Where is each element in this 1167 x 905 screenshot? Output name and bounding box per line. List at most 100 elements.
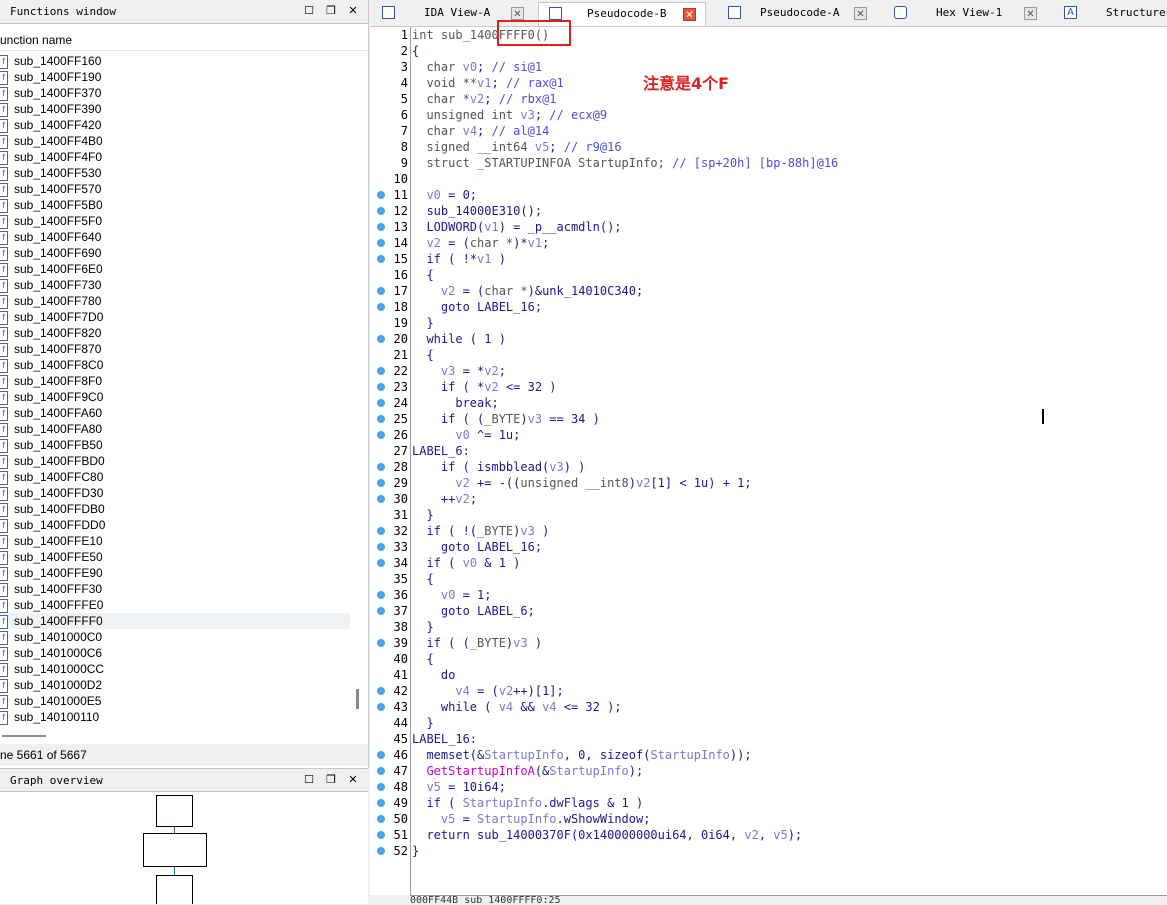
code-line[interactable]: if ( ismbblead(v3) ) xyxy=(412,459,586,475)
function-list-item[interactable]: f sub_1400FF690 xyxy=(0,245,350,261)
minimize-icon[interactable]: ☐ xyxy=(302,773,316,787)
code-line[interactable]: } xyxy=(412,843,419,859)
code-line[interactable]: while ( 1 ) xyxy=(412,331,505,347)
close-icon[interactable]: ✕ xyxy=(346,773,360,787)
code-line[interactable]: { xyxy=(412,571,433,587)
function-list-item[interactable]: f sub_1400FFFF0 xyxy=(0,613,350,629)
function-list-item[interactable]: f sub_1400FFFE0 xyxy=(0,597,350,613)
graph-overview-canvas[interactable] xyxy=(0,792,368,904)
tab-structures[interactable]: A Structures xyxy=(1052,2,1167,26)
code-line[interactable]: if ( !(_BYTE)v3 ) xyxy=(412,523,549,539)
code-line[interactable]: goto LABEL_16; xyxy=(412,539,542,555)
code-line[interactable]: do xyxy=(412,667,455,683)
code-line[interactable]: v2 = (char *)&unk_14010C340; xyxy=(412,283,643,299)
function-list-item[interactable]: f sub_1400FF390 xyxy=(0,101,350,117)
function-list-item[interactable]: f sub_1400FFBD0 xyxy=(0,453,350,469)
code-line[interactable]: GetStartupInfoA(&StartupInfo); xyxy=(412,763,643,779)
code-line[interactable]: goto LABEL_16; xyxy=(412,299,542,315)
code-line[interactable]: v2 += -((unsigned __int8)v2[1] < 1u) + 1… xyxy=(412,475,751,491)
close-icon[interactable]: ✕ xyxy=(511,7,524,20)
code-line[interactable]: if ( v0 & 1 ) xyxy=(412,555,520,571)
function-list-item[interactable]: f sub_1400FF4F0 xyxy=(0,149,350,165)
close-icon[interactable]: ✕ xyxy=(854,7,867,20)
code-line[interactable]: { xyxy=(412,347,433,363)
code-line[interactable]: v4 = (v2++)[1]; xyxy=(412,683,563,699)
code-line[interactable]: { xyxy=(412,267,433,283)
tab-pseudocode-a[interactable]: Pseudocode-A ✕ xyxy=(716,2,876,26)
code-line[interactable]: v5 = 10i64; xyxy=(412,779,505,795)
scrollbar-thumb[interactable] xyxy=(356,689,359,709)
code-line[interactable]: if ( *v2 <= 32 ) xyxy=(412,379,557,395)
function-list-item[interactable]: f sub_1401000CC xyxy=(0,661,350,677)
code-line[interactable]: v0 = 1; xyxy=(412,587,492,603)
pseudocode-view[interactable]: 1 2 3 4 5 6 7 8 9 10 11 12 13 14 15 16 17 18 19 20 21 22 23 24 2… xyxy=(370,27,1167,895)
code-line[interactable]: char *v2; // rbx@1 xyxy=(412,91,556,107)
function-list-item[interactable]: f sub_1401000C0 xyxy=(0,629,350,645)
code-line[interactable]: if ( (_BYTE)v3 ) xyxy=(412,635,542,651)
function-list-item[interactable]: f sub_1400FF190 xyxy=(0,69,350,85)
close-icon[interactable]: ✕ xyxy=(346,4,360,18)
function-list-item[interactable]: f sub_1400FFE50 xyxy=(0,549,350,565)
functions-horizontal-scrollbar[interactable] xyxy=(0,730,368,744)
code-line[interactable]: signed __int64 v5; // r9@16 xyxy=(412,139,621,155)
function-list-item[interactable]: f sub_1400FFA80 xyxy=(0,421,350,437)
graph-node[interactable] xyxy=(156,795,193,827)
code-line[interactable]: } xyxy=(412,507,433,523)
code-line[interactable]: sub_14000E310(); xyxy=(412,203,542,219)
code-line[interactable]: LODWORD(v1) = _p__acmdln(); xyxy=(412,219,621,235)
function-list-item[interactable]: f sub_1400FF530 xyxy=(0,165,350,181)
code-line[interactable]: v3 = *v2; xyxy=(412,363,506,379)
code-line[interactable]: LABEL_6: xyxy=(412,443,470,459)
code-line[interactable]: if ( StartupInfo.dwFlags & 1 ) xyxy=(412,795,643,811)
function-list-item[interactable]: f sub_1400FF730 xyxy=(0,277,350,293)
function-list-item[interactable]: f sub_1400FFE10 xyxy=(0,533,350,549)
code-line[interactable]: { xyxy=(412,651,433,667)
code-line[interactable]: memset(&StartupInfo, 0, sizeof(StartupIn… xyxy=(412,747,751,763)
function-list-item[interactable]: f sub_1400FFDB0 xyxy=(0,501,350,517)
code-line[interactable]: goto LABEL_6; xyxy=(412,603,535,619)
function-list-item[interactable]: f sub_1400FF780 xyxy=(0,293,350,309)
graph-node[interactable] xyxy=(143,833,207,867)
function-list-item[interactable]: f sub_1400FF370 xyxy=(0,85,350,101)
function-list-item[interactable]: f sub_1400FFF30 xyxy=(0,581,350,597)
code-line[interactable]: void **v1; // rax@1 xyxy=(412,75,563,91)
function-name-column-header[interactable]: unction name xyxy=(0,30,368,51)
function-list-item[interactable]: f sub_1400FF870 xyxy=(0,341,350,357)
function-list-item[interactable]: f sub_1400FF8F0 xyxy=(0,373,350,389)
code-line[interactable]: return sub_14000370F(0x140000000ui64, 0i… xyxy=(412,827,802,843)
function-list-item[interactable]: f sub_1400FF7D0 xyxy=(0,309,350,325)
function-list-item[interactable]: f sub_1400FF4B0 xyxy=(0,133,350,149)
function-list-item[interactable]: f sub_1401000C6 xyxy=(0,645,350,661)
function-list-item[interactable]: f sub_1400FF9C0 xyxy=(0,389,350,405)
code-line[interactable]: } xyxy=(412,619,433,635)
function-list-item[interactable]: f sub_1401000E5 xyxy=(0,693,350,709)
code-line[interactable]: LABEL_16: xyxy=(412,731,477,747)
minimize-icon[interactable]: ☐ xyxy=(302,4,316,18)
close-icon[interactable]: ✕ xyxy=(1024,7,1037,20)
function-list-item[interactable]: f sub_1400FF820 xyxy=(0,325,350,341)
code-line[interactable]: struct _STARTUPINFOA StartupInfo; // [sp… xyxy=(412,155,838,171)
function-list-item[interactable]: f sub_1400FF570 xyxy=(0,181,350,197)
code-line[interactable]: } xyxy=(412,315,433,331)
functions-list[interactable]: f sub_1400FF160 f sub_1400FF190 f sub_1400FF3… xyxy=(0,53,350,725)
function-list-item[interactable]: f sub_1400FF8C0 xyxy=(0,357,350,373)
functions-vertical-scrollbar[interactable] xyxy=(350,53,368,725)
function-list-item[interactable]: f sub_1400FFD30 xyxy=(0,485,350,501)
code-line[interactable]: v0 ^= 1u; xyxy=(412,427,520,443)
code-line[interactable]: while ( v4 && v4 <= 32 ); xyxy=(412,699,622,715)
function-list-item[interactable]: f sub_1400FF6E0 xyxy=(0,261,350,277)
restore-icon[interactable]: ❐ xyxy=(324,773,338,787)
code-line[interactable]: if ( (_BYTE)v3 == 34 ) xyxy=(412,411,600,427)
code-line[interactable]: v2 = (char *)*v1; xyxy=(412,235,549,251)
function-list-item[interactable]: f sub_1400FFE90 xyxy=(0,565,350,581)
code-line[interactable]: { xyxy=(412,43,419,59)
function-list-item[interactable]: f sub_1400FF5F0 xyxy=(0,213,350,229)
line-number-gutter[interactable]: 1 2 3 4 5 6 7 8 9 10 11 12 13 14 15 16 17 18 19 20 21 22 23 24 2… xyxy=(370,27,411,895)
function-list-item[interactable]: f sub_1400FFA60 xyxy=(0,405,350,421)
function-list-item[interactable]: f sub_1400FFDD0 xyxy=(0,517,350,533)
code-line[interactable]: char v4; // al@14 xyxy=(412,123,549,139)
function-list-item[interactable]: f sub_1400FFB50 xyxy=(0,437,350,453)
code-line[interactable]: unsigned int v3; // ecx@9 xyxy=(412,107,607,123)
function-list-item[interactable]: f sub_140100110 xyxy=(0,709,350,725)
function-list-item[interactable]: f sub_1400FF160 xyxy=(0,53,350,69)
